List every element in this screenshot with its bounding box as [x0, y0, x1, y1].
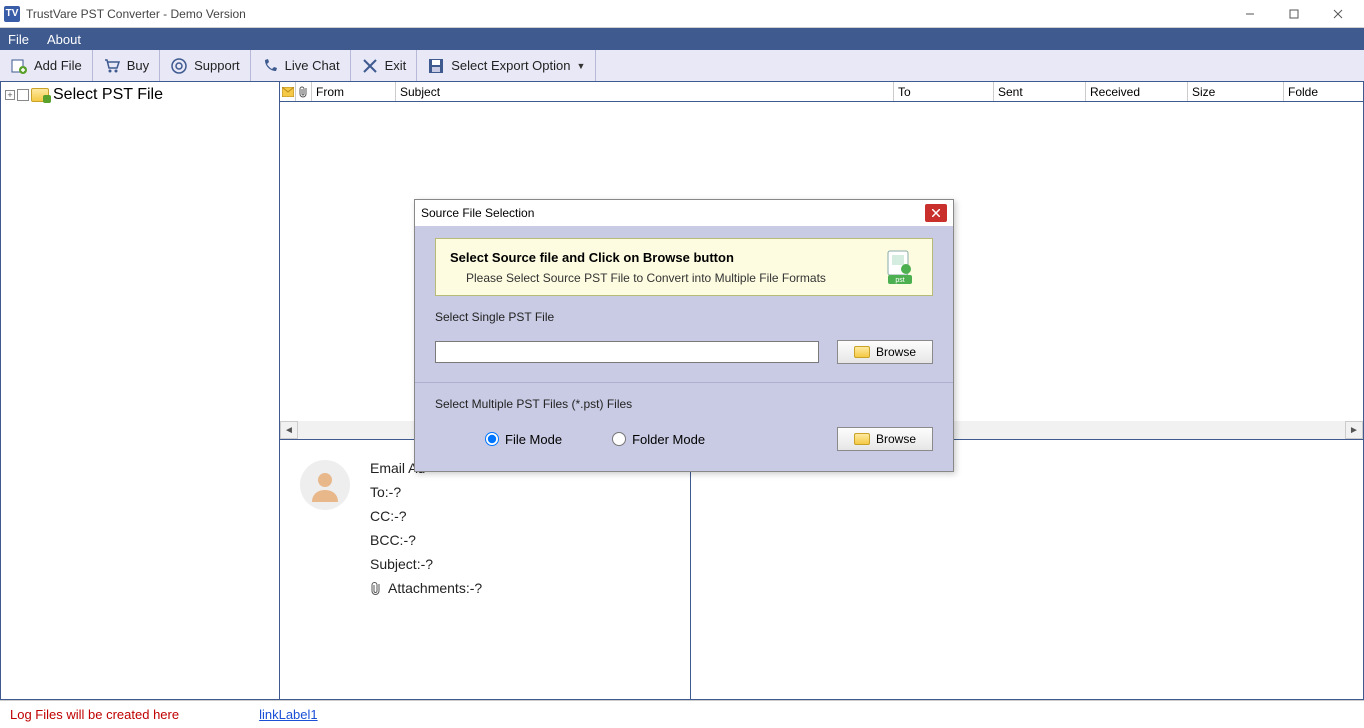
exit-button[interactable]: Exit [351, 50, 418, 81]
col-to[interactable]: To [894, 82, 994, 101]
browse-multi-button[interactable]: Browse [837, 427, 933, 451]
col-subject[interactable]: Subject [396, 82, 894, 101]
envelope-icon [280, 82, 296, 101]
status-log: Log Files will be created here [10, 707, 179, 722]
add-file-icon [10, 57, 28, 75]
window-title: TrustVare PST Converter - Demo Version [26, 7, 1228, 21]
folder-mode-label: Folder Mode [632, 432, 705, 447]
file-mode-label: File Mode [505, 432, 562, 447]
col-size[interactable]: Size [1188, 82, 1284, 101]
multi-pst-section: Select Multiple PST Files (*.pst) Files … [435, 397, 933, 451]
close-icon [1333, 9, 1343, 19]
single-pst-input[interactable] [435, 341, 819, 363]
preview-to: To:-? [370, 484, 482, 500]
tree-root-label: Select PST File [53, 86, 163, 104]
browse-multi-label: Browse [876, 432, 916, 446]
avatar [300, 460, 350, 510]
minimize-button[interactable] [1228, 0, 1272, 28]
source-file-dialog: Source File Selection Select Source file… [414, 199, 954, 472]
mode-radios: File Mode Folder Mode [435, 432, 837, 447]
live-chat-button[interactable]: Live Chat [251, 50, 351, 81]
preview-cc: CC:-? [370, 508, 482, 524]
preview-bcc: BCC:-? [370, 532, 482, 548]
col-received[interactable]: Received [1086, 82, 1188, 101]
menu-file[interactable]: File [8, 32, 29, 47]
select-export-label: Select Export Option [451, 58, 570, 73]
cart-icon [103, 57, 121, 75]
titlebar: TV TrustVare PST Converter - Demo Versio… [0, 0, 1364, 28]
support-label: Support [194, 58, 240, 73]
svg-text:pst: pst [895, 277, 904, 284]
preview-subject: Subject:-? [370, 556, 482, 572]
col-folder[interactable]: Folde [1284, 82, 1363, 101]
dropdown-caret-icon: ▼ [576, 61, 585, 71]
file-mode-input[interactable] [485, 432, 499, 446]
file-mode-radio[interactable]: File Mode [485, 432, 562, 447]
dialog-divider [415, 382, 953, 383]
scroll-right-icon[interactable]: ► [1345, 421, 1363, 439]
person-icon [308, 468, 342, 502]
banner-subtext: Please Select Source PST File to Convert… [450, 271, 870, 285]
browse-single-label: Browse [876, 345, 916, 359]
add-file-button[interactable]: Add File [0, 50, 93, 81]
tree-pane: + Select PST File [0, 82, 280, 700]
col-from[interactable]: From [312, 82, 396, 101]
status-link[interactable]: linkLabel1 [259, 707, 318, 722]
paperclip-icon [370, 581, 382, 595]
dialog-body: Select Source file and Click on Browse b… [415, 226, 953, 471]
exit-icon [361, 57, 379, 75]
preview-left: Email Ad To:-? CC:-? BCC:-? Subject:-? A… [280, 440, 690, 699]
maximize-icon [1289, 9, 1299, 19]
dialog-titlebar: Source File Selection [415, 200, 953, 226]
preview-attachments-row: Attachments:-? [370, 580, 482, 596]
buy-button[interactable]: Buy [93, 50, 160, 81]
phone-icon [261, 57, 279, 75]
browse-single-button[interactable]: Browse [837, 340, 933, 364]
scroll-left-icon[interactable]: ◄ [280, 421, 298, 439]
pst-file-icon: pst [882, 249, 918, 285]
maximize-button[interactable] [1272, 0, 1316, 28]
menubar: File About [0, 28, 1364, 50]
toolbar: Add File Buy Support Live Chat Exit Sele… [0, 50, 1364, 82]
support-button[interactable]: Support [160, 50, 251, 81]
statusbar: Log Files will be created here linkLabel… [0, 700, 1364, 728]
banner-heading: Select Source file and Click on Browse b… [450, 250, 870, 265]
col-sent[interactable]: Sent [994, 82, 1086, 101]
menu-about[interactable]: About [47, 32, 81, 47]
folder-mode-radio[interactable]: Folder Mode [612, 432, 705, 447]
folder-open-icon [854, 346, 870, 358]
dialog-close-button[interactable] [925, 204, 947, 222]
app-logo: TV [4, 6, 20, 22]
single-pst-section: Select Single PST File Browse [435, 310, 933, 364]
preview-right [691, 440, 1363, 699]
preview-attachments: Attachments:-? [388, 580, 482, 596]
attachment-icon [296, 82, 312, 101]
preview-pane: Email Ad To:-? CC:-? BCC:-? Subject:-? A… [280, 439, 1363, 699]
single-pst-label: Select Single PST File [435, 310, 933, 324]
tree-checkbox[interactable] [17, 89, 29, 101]
tree-root-row[interactable]: + Select PST File [5, 86, 275, 104]
expand-icon[interactable]: + [5, 90, 15, 100]
folder-open-icon [854, 433, 870, 445]
folder-mode-input[interactable] [612, 432, 626, 446]
live-chat-label: Live Chat [285, 58, 340, 73]
add-file-label: Add File [34, 58, 82, 73]
preview-fields: Email Ad To:-? CC:-? BCC:-? Subject:-? A… [370, 460, 482, 689]
close-button[interactable] [1316, 0, 1360, 28]
select-export-button[interactable]: Select Export Option ▼ [417, 50, 596, 81]
multi-pst-label: Select Multiple PST Files (*.pst) Files [435, 397, 933, 411]
close-icon [932, 209, 940, 217]
dialog-title: Source File Selection [421, 206, 925, 220]
buy-label: Buy [127, 58, 149, 73]
list-header: From Subject To Sent Received Size Folde [280, 82, 1363, 102]
minimize-icon [1245, 9, 1255, 19]
dialog-banner: Select Source file and Click on Browse b… [435, 238, 933, 296]
support-icon [170, 57, 188, 75]
folder-icon [31, 88, 49, 102]
exit-label: Exit [385, 58, 407, 73]
save-icon [427, 57, 445, 75]
